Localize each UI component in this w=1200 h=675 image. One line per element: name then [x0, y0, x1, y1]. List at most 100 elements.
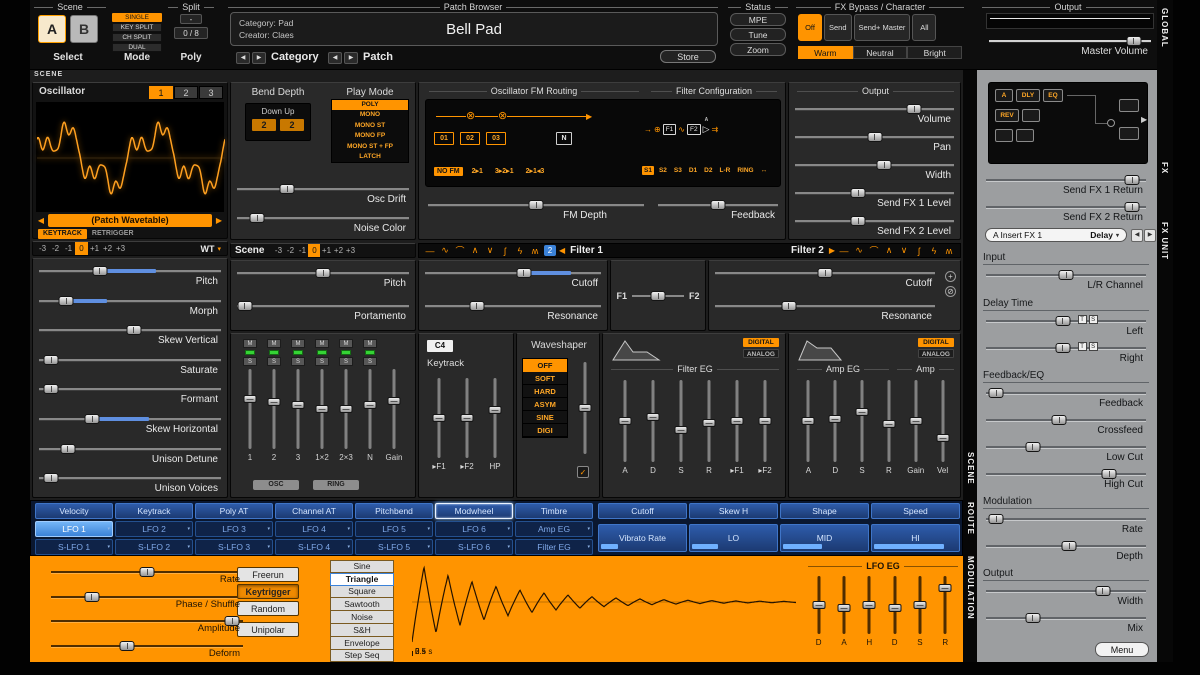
slider-handle[interactable] — [225, 616, 240, 626]
digital-mode-option[interactable]: DIGITAL — [918, 338, 954, 347]
fm-osc3-box[interactable]: 03 — [486, 132, 506, 145]
filter-type-icon[interactable]: ϟ — [514, 246, 526, 256]
slider-handle[interactable] — [388, 397, 401, 405]
mod-source-slfo-button[interactable]: S-LFO 6▾ — [435, 539, 513, 555]
fx-param-slider[interactable]: Low Cut — [983, 437, 1149, 464]
solo-button[interactable]: S — [243, 357, 257, 366]
mute-button[interactable]: M — [243, 339, 257, 348]
slider-handle[interactable] — [340, 405, 353, 413]
slider-handle[interactable] — [364, 401, 377, 409]
category-prev-button[interactable]: ◀ — [236, 52, 250, 64]
patch-display[interactable]: Category: Pad Creator: Claes Bell Pad — [230, 12, 718, 46]
lfo-shape-option[interactable]: Square — [330, 586, 394, 599]
scene-mode-option[interactable]: SINGLE — [112, 13, 162, 22]
slider-handle[interactable] — [44, 473, 59, 483]
macro-control[interactable]: Vibrato Rate — [598, 524, 687, 552]
fx-bypass-option[interactable]: Send+ Master — [854, 14, 911, 41]
fx-slot-selector[interactable]: A Insert FX 1 Delay▾ — [985, 228, 1127, 242]
lfo-eg-slider[interactable]: D — [806, 574, 831, 647]
macro-control[interactable]: Skew H — [689, 503, 778, 519]
amp-eg-slider[interactable]: Gain — [902, 378, 929, 475]
channel-level-slider[interactable] — [338, 367, 354, 451]
slider-handle[interactable] — [268, 398, 281, 406]
patch-next-button[interactable]: ▶ — [344, 52, 358, 64]
slider-handle[interactable] — [647, 413, 660, 421]
mod-source-button[interactable]: Poly AT — [195, 503, 273, 519]
filter-type-icon[interactable]: ʃ — [499, 246, 511, 256]
solo-button[interactable]: S — [267, 357, 281, 366]
chevron-down-icon[interactable]: ▾ — [217, 245, 221, 253]
slider-handle[interactable] — [316, 405, 329, 413]
fm-osc2-box[interactable]: 02 — [460, 132, 480, 145]
send-return-slider[interactable]: Send FX 1 Return — [983, 170, 1149, 197]
mute-button[interactable]: M — [339, 339, 353, 348]
slider-handle[interactable] — [703, 419, 716, 427]
slider-handle[interactable] — [84, 592, 99, 602]
slider-handle[interactable] — [863, 601, 876, 609]
slider-handle[interactable] — [1059, 270, 1074, 280]
filter-eg-slider[interactable]: A — [611, 378, 639, 475]
oscillator-tab[interactable]: 1 — [149, 86, 173, 99]
slider-handle[interactable] — [907, 104, 922, 114]
filter-config-option[interactable]: L-R — [717, 166, 732, 175]
chevron-down-icon[interactable]: ▾ — [507, 526, 510, 532]
channel-level-slider[interactable] — [386, 367, 402, 451]
oscillator-tab[interactable]: 3 — [199, 86, 223, 99]
lfo-param-slider[interactable]: Amplitude — [48, 611, 246, 636]
scene-slider[interactable]: Portamento — [234, 296, 412, 329]
osc-type-label[interactable]: WT — [200, 244, 214, 254]
lfo-trigger-option[interactable]: Random — [237, 601, 299, 616]
mod-source-button[interactable]: Keytrack — [115, 503, 193, 519]
filter-config-option[interactable]: S1 — [642, 166, 654, 175]
mod-source-lfo-button[interactable]: LFO 6▾ — [435, 521, 513, 537]
osc-param-slider[interactable]: Skew Horizontal — [36, 409, 224, 439]
keytrack-root-note[interactable]: C4 — [427, 340, 453, 352]
slider-handle[interactable] — [837, 604, 850, 612]
filter-type-icon[interactable]: ⌒ — [454, 244, 466, 257]
mute-button[interactable]: M — [267, 339, 281, 348]
slider-handle[interactable] — [280, 184, 295, 194]
lfo-shape-option[interactable]: Triangle — [330, 573, 394, 586]
fx-param-slider[interactable]: Depth — [983, 536, 1149, 563]
mute-button[interactable]: M — [315, 339, 329, 348]
octave-option[interactable]: -2 — [49, 242, 62, 255]
mixer-channel[interactable]: M S N — [359, 339, 381, 462]
mixer-channel[interactable]: M S 1×2 — [311, 339, 333, 462]
fx-edge-tab[interactable]: FX — [1160, 162, 1169, 174]
bend-down-value[interactable]: 2 — [252, 119, 276, 131]
character-option[interactable]: Warm — [798, 46, 853, 59]
slider-handle[interactable] — [85, 414, 100, 424]
filter-type-icon[interactable]: ∨ — [898, 245, 910, 256]
store-button[interactable]: Store — [660, 50, 716, 63]
chevron-down-icon[interactable]: ▾ — [107, 544, 110, 550]
slider-handle[interactable] — [619, 417, 632, 425]
lfo-trigger-option[interactable]: Freerun — [237, 567, 299, 582]
amp-eg-slider[interactable]: A — [795, 378, 822, 475]
mod-source-lfo-button[interactable]: LFO 4▾ — [275, 521, 353, 537]
filter-eg-slider[interactable]: ▸F1 — [723, 378, 751, 475]
solo-button[interactable]: S — [291, 357, 305, 366]
keytrack-slider[interactable]: ▸F1 — [425, 376, 453, 471]
slider-handle[interactable] — [1025, 613, 1040, 623]
slider-handle[interactable] — [292, 401, 305, 409]
poly-count[interactable]: 0 / 8 — [174, 27, 208, 39]
scene-octave-option[interactable]: +1 — [320, 244, 332, 257]
macro-control[interactable]: LO — [689, 524, 778, 552]
chevron-down-icon[interactable]: ▾ — [187, 544, 190, 550]
mod-source-slfo-button[interactable]: Filter EG▾ — [515, 539, 593, 555]
output-slider[interactable]: Send FX 1 Level — [792, 183, 957, 211]
chevron-down-icon[interactable]: ▾ — [187, 526, 190, 532]
chevron-down-icon[interactable]: ▾ — [347, 526, 350, 532]
retrigger-toggle[interactable]: RETRIGGER — [92, 229, 134, 239]
slider-handle[interactable] — [812, 601, 825, 609]
fx-param-slider[interactable]: Crossfeed — [983, 410, 1149, 437]
slider-handle[interactable] — [140, 567, 155, 577]
scene-octave-option[interactable]: -3 — [272, 244, 284, 257]
macro-control[interactable]: MID — [780, 524, 869, 552]
master-volume-slider[interactable]: Master Volume — [986, 31, 1154, 59]
feedback-slider[interactable]: Feedback — [655, 195, 781, 225]
chevron-down-icon[interactable]: ▾ — [347, 544, 350, 550]
slider-handle[interactable] — [936, 434, 949, 442]
fx-param-slider[interactable]: Width — [983, 581, 1149, 608]
filter-type-icon[interactable]: ∧ — [469, 245, 481, 256]
